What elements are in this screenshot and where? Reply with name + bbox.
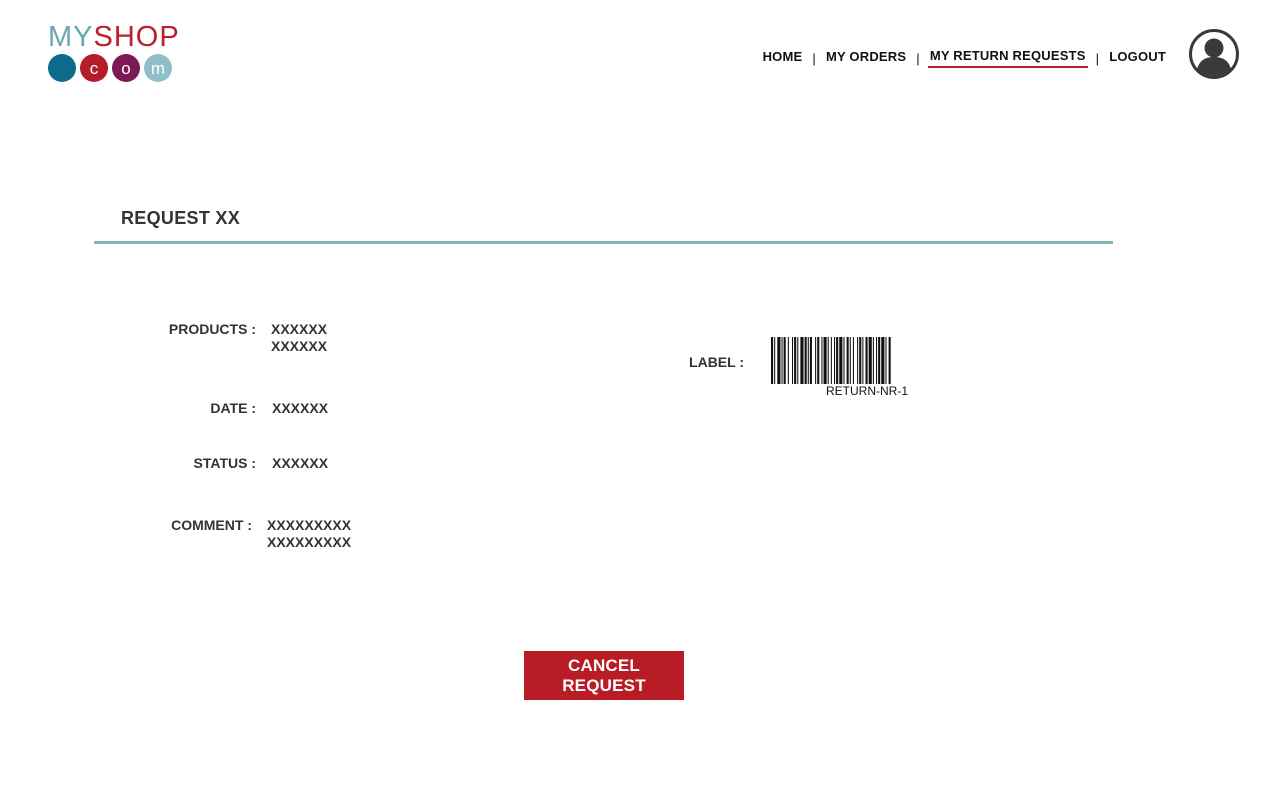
comment-line: XXXXXXXXX — [267, 534, 352, 550]
products-value: XXXXXX XXXXXX — [271, 321, 327, 355]
logo-dot-blue — [48, 54, 76, 82]
user-avatar-icon[interactable] — [1189, 29, 1239, 79]
logo-dot-o: o — [112, 54, 140, 82]
logo-my-text: MY — [48, 21, 94, 53]
logo-shop-text: SHOP — [93, 21, 180, 53]
barcode-text: RETURN-NR-1 — [826, 384, 908, 398]
date-value: XXXXXX — [272, 400, 329, 416]
date-label: DATE : — [210, 400, 256, 416]
logo-dots: c o m — [48, 54, 180, 82]
main-nav: HOME | MY ORDERS | MY RETURN REQUESTS | … — [761, 48, 1168, 68]
label-label: LABEL : — [689, 354, 744, 370]
request-title: REQUEST XX — [121, 208, 241, 228]
nav-separator: | — [812, 50, 816, 66]
barcode-icon — [771, 337, 891, 384]
comment-label: COMMENT : — [171, 517, 252, 533]
site-logo[interactable]: MYSHOP c o m — [48, 22, 180, 82]
status-label: STATUS : — [193, 455, 256, 471]
product-item: XXXXXX — [271, 321, 328, 337]
nav-home[interactable]: HOME — [761, 49, 805, 67]
logo-dot-c: c — [80, 54, 108, 82]
nav-my-return-requests[interactable]: MY RETURN REQUESTS — [927, 48, 1088, 68]
status-value: XXXXXX — [272, 455, 329, 471]
title-divider — [94, 241, 1113, 244]
cancel-request-button[interactable]: CANCEL REQUEST — [524, 651, 684, 700]
product-item: XXXXXX — [271, 338, 328, 354]
nav-separator: | — [916, 50, 920, 66]
nav-logout[interactable]: LOGOUT — [1107, 49, 1168, 67]
nav-my-orders[interactable]: MY ORDERS — [824, 49, 908, 67]
logo-dot-m: m — [144, 54, 172, 82]
logo-wordmark: MYSHOP — [48, 22, 180, 52]
products-label: PRODUCTS : — [168, 321, 256, 337]
nav-separator: | — [1095, 50, 1100, 66]
comment-line: XXXXXXXXX — [267, 517, 352, 533]
comment-value: XXXXXXXXX XXXXXXXXX — [267, 517, 351, 551]
return-label-barcode[interactable]: RETURN-NR-1 — [770, 337, 964, 398]
